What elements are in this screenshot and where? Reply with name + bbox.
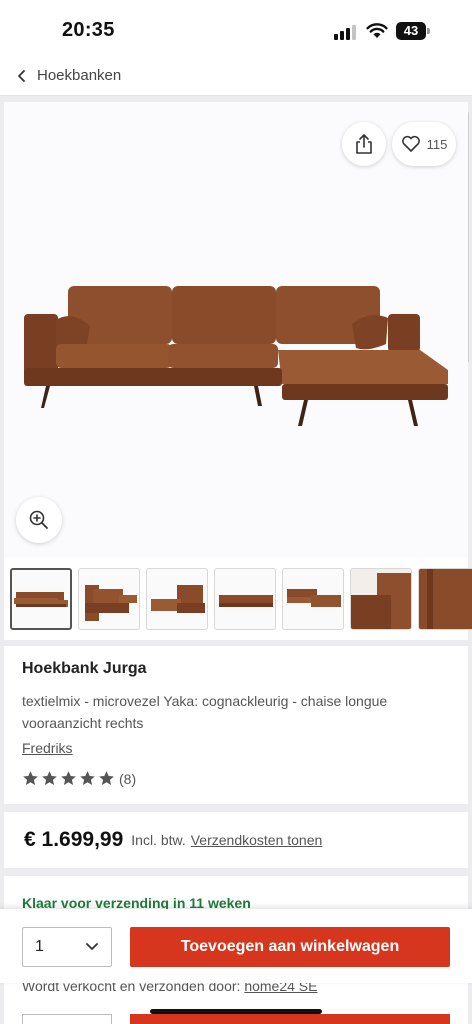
status-time: 20:35 <box>62 19 115 41</box>
heart-icon <box>401 135 420 152</box>
chevron-left-icon <box>18 69 25 82</box>
share-icon <box>356 134 372 154</box>
thumbnail[interactable] <box>214 568 276 630</box>
add-to-cart-button-secondary[interactable] <box>130 1014 450 1024</box>
thumbnail[interactable] <box>282 568 344 630</box>
thumbnail[interactable] <box>418 568 472 630</box>
review-count[interactable]: (8) <box>119 771 136 787</box>
sofa-image <box>24 286 448 426</box>
zoom-in-icon <box>29 510 48 529</box>
star-icon <box>61 771 76 785</box>
product-subtitle: textielmix - microvezel Yaka: cognackleu… <box>22 693 388 731</box>
like-count: 115 <box>426 136 448 152</box>
brand-link[interactable]: Fredriks <box>22 740 73 756</box>
breadcrumb-label[interactable]: Hoekbanken <box>37 67 121 84</box>
status-bar: 20:35 43 <box>0 0 472 56</box>
screen: 20:35 43 Hoekbanken 115 Hoekbank Jurga t… <box>0 0 472 1024</box>
thumbnail-strip[interactable] <box>4 566 472 632</box>
breadcrumb[interactable]: Hoekbanken <box>0 56 472 96</box>
zoom-button[interactable] <box>16 497 62 543</box>
product-info: Hoekbank Jurga textielmix - microvezel Y… <box>4 646 468 804</box>
price-section: € 1.699,99 Incl. btw. Verzendkosten tone… <box>4 812 468 868</box>
wishlist-button[interactable]: 115 <box>392 122 456 166</box>
product-image[interactable]: 115 <box>4 102 468 558</box>
product-rating[interactable]: (8) <box>22 770 450 787</box>
star-icon <box>99 771 114 785</box>
share-button[interactable] <box>342 122 386 166</box>
star-icon <box>42 771 57 785</box>
thumbnail[interactable] <box>78 568 140 630</box>
star-icon <box>23 771 38 785</box>
quantity-value: 1 <box>35 938 44 955</box>
product-gallery: 115 <box>4 102 472 640</box>
quantity-select[interactable]: 1 <box>22 927 112 967</box>
chevron-down-icon <box>86 943 98 950</box>
add-to-cart-button[interactable]: Toevoegen aan winkelwagen <box>130 927 450 967</box>
product-title: Hoekbank Jurga <box>22 660 147 677</box>
quantity-select-secondary[interactable] <box>22 1014 112 1024</box>
thumbnail[interactable] <box>350 568 412 630</box>
shipping-costs-link[interactable]: Verzendkosten tonen <box>191 832 323 848</box>
thumbnail[interactable] <box>146 568 208 630</box>
price-tax-note: Incl. btw. <box>131 832 186 848</box>
thumbnail[interactable] <box>10 568 72 630</box>
add-to-cart-bar: 1 Toevoegen aan winkelwagen <box>0 909 472 983</box>
wifi-icon <box>366 23 388 38</box>
home-indicator <box>150 1009 322 1014</box>
battery-icon: 43 <box>396 22 430 40</box>
price: € 1.699,99 <box>24 828 124 851</box>
battery-level: 43 <box>396 22 426 40</box>
star-icon <box>80 771 95 785</box>
cellular-signal-icon <box>334 24 360 40</box>
